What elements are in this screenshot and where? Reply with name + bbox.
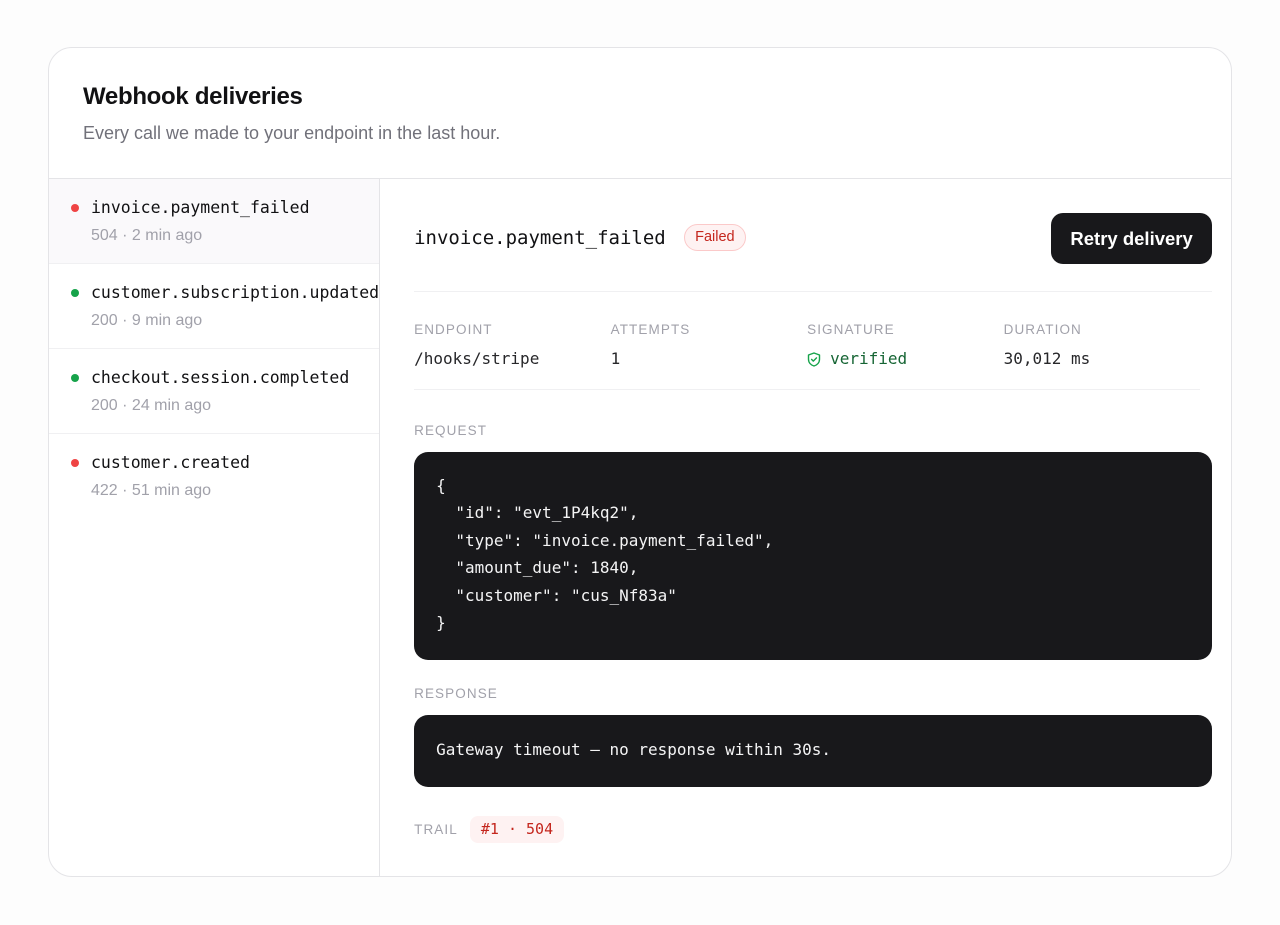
code-line: "id": "evt_1P4kq2",	[436, 503, 639, 523]
meta-value: /hooks/stripe	[414, 349, 540, 368]
delivery-meta: 422 · 51 min ago	[91, 482, 212, 499]
request-label: REQUEST	[414, 423, 488, 438]
deliveries-body: invoice.payment_failed 504 · 2 min ago c…	[49, 179, 1231, 876]
status-dot-failed	[71, 204, 79, 212]
response-code-block: Gateway timeout — no response within 30s…	[414, 715, 1213, 787]
meta-value: 1	[610, 349, 621, 368]
delivery-event-name: checkout.session.completed	[91, 368, 350, 387]
delivery-list: invoice.payment_failed 504 · 2 min ago c…	[49, 179, 381, 876]
page-subtitle: Every call we made to your endpoint in t…	[83, 123, 501, 143]
shield-check-icon	[807, 351, 821, 367]
code-line: "amount_due": 1840,	[436, 558, 639, 578]
detail-event-title: invoice.payment_failed	[414, 227, 666, 249]
delivery-detail: invoice.payment_failed Failed Retry deli…	[380, 179, 1231, 876]
delivery-item[interactable]: invoice.payment_failed 504 · 2 min ago	[49, 179, 380, 264]
detail-header: invoice.payment_failed Failed Retry deli…	[414, 179, 1213, 292]
status-badge: Failed	[684, 224, 746, 251]
signature-status: verified	[830, 349, 908, 368]
meta-label: DURATION	[1003, 322, 1082, 337]
response-label: RESPONSE	[414, 686, 498, 701]
status-dot-success	[71, 289, 79, 297]
meta-endpoint: ENDPOINT /hooks/stripe	[414, 322, 611, 389]
delivery-event-name: invoice.payment_failed	[91, 198, 310, 217]
code-line: "customer": "cus_Nf83a"	[436, 585, 677, 605]
code-line: {	[436, 476, 446, 495]
meta-label: SIGNATURE	[807, 322, 895, 337]
delivery-meta: 200 · 24 min ago	[91, 397, 212, 414]
delivery-meta: 504 · 2 min ago	[91, 227, 203, 244]
meta-label: ENDPOINT	[414, 322, 493, 337]
trail-row: TRAIL #1 · 504	[414, 816, 565, 843]
card-header: Webhook deliveries Every call we made to…	[49, 48, 1231, 179]
delivery-item[interactable]: customer.created 422 · 51 min ago	[49, 434, 379, 519]
delivery-event-name: customer.created	[91, 453, 250, 472]
code-line: "type": "invoice.payment_failed",	[436, 530, 774, 550]
meta-attempts: ATTEMPTS 1	[611, 322, 808, 389]
request-code-block: { "id": "evt_1P4kq2", "type": "invoice.p…	[414, 452, 1213, 660]
delivery-meta: 200 · 9 min ago	[91, 312, 203, 329]
meta-signature: SIGNATURE verified	[807, 322, 1004, 389]
trail-label: TRAIL	[414, 821, 458, 837]
page-title: Webhook deliveries	[83, 83, 303, 110]
meta-value: 30,012 ms	[1003, 349, 1091, 368]
status-dot-failed	[71, 459, 79, 467]
delivery-item[interactable]: customer.subscription.updated 200 · 9 mi…	[49, 264, 380, 349]
status-dot-success	[71, 374, 79, 382]
meta-label: ATTEMPTS	[610, 322, 691, 337]
webhook-deliveries-card: Webhook deliveries Every call we made to…	[48, 47, 1232, 877]
delivery-item[interactable]: checkout.session.completed 200 · 24 min …	[49, 349, 380, 434]
delivery-meta-grid: ENDPOINT /hooks/stripe ATTEMPTS 1 SIGNAT…	[414, 292, 1201, 390]
meta-duration: DURATION 30,012 ms	[1004, 322, 1201, 389]
retry-delivery-button[interactable]: Retry delivery	[1051, 213, 1213, 264]
meta-value: verified	[807, 349, 1004, 369]
code-line: }	[436, 613, 446, 633]
delivery-event-name: customer.subscription.updated	[91, 283, 380, 302]
trail-attempt-pill[interactable]: #1 · 504	[469, 816, 565, 843]
